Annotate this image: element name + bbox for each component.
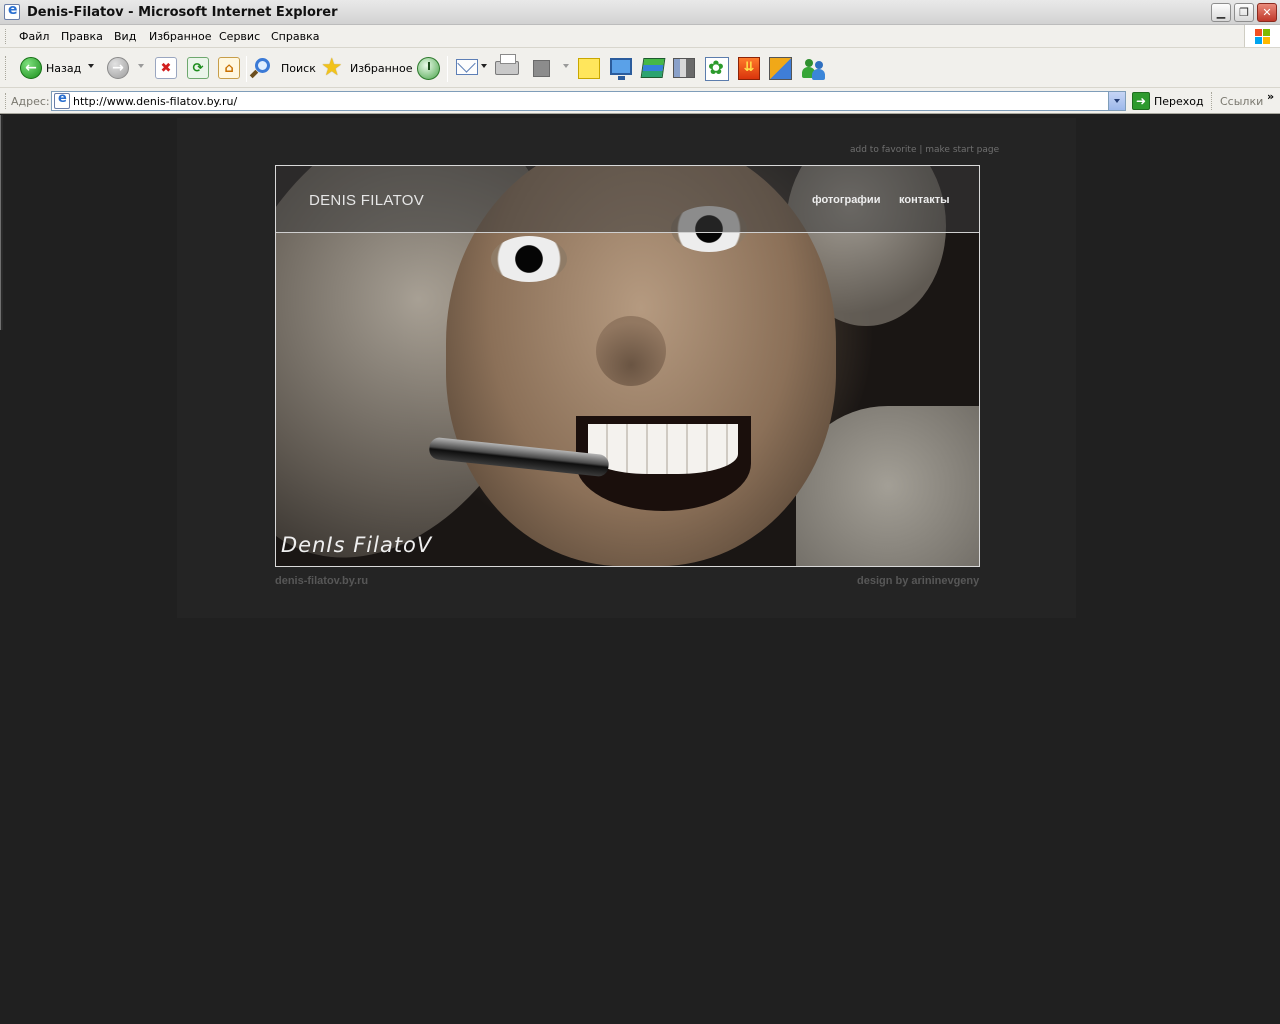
windows-logo-icon [1244,25,1280,47]
menu-file[interactable]: Файл [19,30,49,43]
print-icon[interactable] [495,54,519,75]
forward-dropdown-icon[interactable] [138,64,144,68]
links-label[interactable]: Ссылки [1220,95,1263,108]
add-to-favorite-link[interactable]: add to favorite [850,145,916,155]
window-title: Denis-Filatov - Microsoft Internet Explo… [27,5,338,20]
menu-tools[interactable]: Сервис [219,30,260,43]
back-dropdown-icon[interactable] [88,64,94,68]
menu-edit[interactable]: Правка [61,30,103,43]
photo-teeth [588,424,738,474]
standard-toolbar: ← Назад → ✖ ⟳ ⌂ Поиск ★ Избранное ⇊ [0,48,1280,88]
forward-arrow-icon[interactable]: → [107,57,129,79]
icq-icon[interactable] [705,57,729,81]
links-chevron-icon[interactable]: » [1267,90,1274,103]
minimize-button[interactable]: ▁ [1211,3,1231,22]
history-icon[interactable] [417,57,440,80]
address-dropdown-icon[interactable] [1108,92,1125,110]
close-button[interactable]: ✕ [1257,3,1277,22]
page-icon [54,91,70,109]
nav-photos-link[interactable]: фотографии [812,194,880,206]
monitor-icon[interactable] [610,58,632,80]
menu-view[interactable]: Вид [114,30,136,43]
favorites-button-label[interactable]: Избранное [350,62,412,75]
messenger-icon[interactable] [802,58,826,80]
title-bar: Denis-Filatov - Microsoft Internet Explo… [0,0,1280,25]
search-button-label[interactable]: Поиск [281,62,316,75]
top-links-separator: | [916,145,926,155]
photo-signature: DenIs FilatoV [281,533,433,557]
toolbar-grip[interactable] [5,56,8,80]
address-grip[interactable] [5,93,8,109]
toolbar-separator [447,56,448,82]
edit-dropdown-icon[interactable] [563,64,569,68]
menu-bar: Файл Правка Вид Избранное Сервис Справка [0,25,1280,48]
photo-nose [596,316,666,386]
favorites-star-icon[interactable]: ★ [321,54,343,80]
links-separator [1211,92,1212,110]
site-brand[interactable]: DENIS FILATOV [309,192,424,209]
search-icon[interactable] [255,58,270,73]
page-left-edge [0,115,3,330]
make-start-page-link[interactable]: make start page [925,145,999,155]
address-bar: Адрес: http://www.denis-filatov.by.ru/ ➜… [0,88,1280,114]
maximize-button[interactable]: ❐ [1234,3,1254,22]
menu-favorites[interactable]: Избранное [149,30,211,43]
footer-design-credit[interactable]: design by arininevgeny [857,575,979,587]
mail-dropdown-icon[interactable] [481,64,487,68]
tools-icon[interactable] [673,58,695,78]
photo-left-eye [491,236,567,282]
hero-photo: DENIS FILATOV фотографии контакты DenIs … [275,165,980,567]
top-links: add to favorite | make start page [850,145,999,155]
address-label: Адрес: [11,95,50,108]
footer-site-name: denis-filatov.by.ru [275,575,369,587]
ie-app-icon[interactable] [4,2,20,20]
back-button-label[interactable]: Назад [46,62,81,75]
menu-grip[interactable] [5,29,8,44]
books-icon[interactable] [640,58,666,78]
home-icon[interactable]: ⌂ [218,57,240,79]
nav-contacts-link[interactable]: контакты [899,194,950,206]
site-panel: add to favorite | make start page DENIS … [177,118,1076,618]
address-url[interactable]: http://www.denis-filatov.by.ru/ [73,95,237,108]
mail-icon[interactable] [456,59,478,75]
download-icon[interactable]: ⇊ [738,57,760,80]
address-input[interactable]: http://www.denis-filatov.by.ru/ [51,91,1126,111]
page-viewport: add to favorite | make start page DENIS … [0,115,1280,1024]
toolbar-separator [246,56,247,82]
go-button-label[interactable]: Переход [1154,95,1204,108]
stop-icon[interactable]: ✖ [155,57,177,79]
back-arrow-icon[interactable]: ← [20,57,42,79]
edit-icon[interactable] [533,60,550,77]
puzzle-icon[interactable] [769,57,792,80]
menu-help[interactable]: Справка [271,30,319,43]
notes-icon[interactable] [578,58,600,79]
refresh-icon[interactable]: ⟳ [187,57,209,79]
go-arrow-icon[interactable]: ➜ [1132,92,1150,110]
site-header: DENIS FILATOV фотографии контакты [276,166,979,233]
